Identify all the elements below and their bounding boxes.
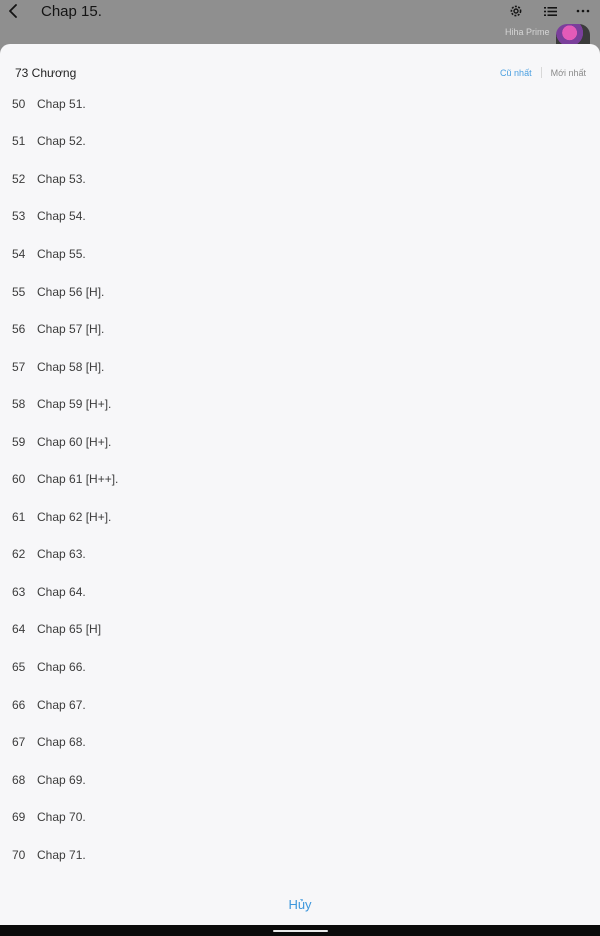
sort-toggle: Cũ nhất Mới nhất [500,67,586,78]
chapter-title: Chap 69. [37,772,86,787]
chapter-index: 56 [12,322,26,337]
chapter-index: 51 [12,134,26,149]
sheet-header: 73 Chương Cũ nhất Mới nhất [0,44,600,90]
chapter-row[interactable]: 67 Chap 68. [0,723,600,761]
reader-title: Chap 15. [41,3,102,20]
chapter-row[interactable]: 70 Chap 71. [0,836,600,874]
chapter-index: 58 [12,397,26,412]
chapter-row[interactable]: 58 Chap 59 [H+]. [0,385,600,423]
chapter-row[interactable]: 63 Chap 64. [0,573,600,611]
chapter-picker-sheet: 73 Chương Cũ nhất Mới nhất 50 Chap 51. 51 C… [0,44,600,925]
avatar[interactable] [556,24,590,46]
chapter-row[interactable]: 69 Chap 70. [0,798,600,836]
chapter-index: 53 [12,209,26,224]
chapter-row[interactable]: 62 Chap 63. [0,536,600,574]
chapter-index: 62 [12,547,26,562]
chapter-index: 50 [12,96,26,111]
chapter-title: Chap 59 [H+]. [37,397,112,412]
more-icon[interactable] [572,0,594,22]
chapter-list: 50 Chap 51. 51 Chap 52. 52 Chap 53. 53 Chap 54.… [0,85,600,873]
chapter-row[interactable]: 53 Chap 54. [0,198,600,236]
chapter-index: 61 [12,509,26,524]
chapter-row[interactable]: 52 Chap 53. [0,160,600,198]
chapter-index: 59 [12,434,26,449]
chapter-title: Chap 55. [37,246,86,261]
channel-name: Hiha Prime [505,27,550,37]
cancel-button[interactable]: Hủy [0,891,600,917]
chapter-row[interactable]: 64 Chap 65 [H] [0,611,600,649]
chapter-row[interactable]: 61 Chap 62 [H+]. [0,498,600,536]
chapter-title: Chap 57 [H]. [37,322,105,337]
chapter-title: Chap 53. [37,171,86,186]
home-indicator[interactable] [273,930,328,932]
sort-divider [540,67,542,78]
chapter-title: Chap 58 [H]. [37,359,105,374]
top-bar: Chap 15. Hiha Prime [0,0,600,46]
chapter-index: 69 [12,810,26,825]
chapter-row[interactable]: 66 Chap 67. [0,686,600,724]
chapter-index: 52 [12,171,26,186]
gear-icon[interactable] [505,0,527,22]
chapter-row[interactable]: 55 Chap 56 [H]. [0,273,600,311]
chapter-index: 65 [12,659,26,674]
chapter-index: 64 [12,622,26,637]
sort-oldest-button[interactable]: Cũ nhất [500,68,532,78]
chapter-title: Chap 60 [H+]. [37,434,112,449]
chapter-index: 70 [12,847,26,862]
list-icon[interactable] [539,0,561,22]
chapter-title: Chap 63. [37,547,86,562]
chapter-index: 60 [12,472,26,487]
chapter-title: Chap 62 [H+]. [37,509,112,524]
chapter-row[interactable]: 54 Chap 55. [0,235,600,273]
chapter-title: Chap 66. [37,659,86,674]
chapter-title: Chap 67. [37,697,86,712]
chapter-title: Chap 71. [37,847,86,862]
system-nav-bar [0,925,600,936]
chapter-row[interactable]: 65 Chap 66. [0,648,600,686]
chapter-row[interactable]: 50 Chap 51. [0,85,600,123]
chapter-title: Chap 52. [37,134,86,149]
chapter-row[interactable]: 57 Chap 58 [H]. [0,348,600,386]
chapter-index: 57 [12,359,26,374]
chapter-title: Chap 70. [37,810,86,825]
chapter-count: 73 Chương [15,66,77,80]
back-icon[interactable] [4,0,22,22]
chapter-index: 55 [12,284,26,299]
chapter-index: 66 [12,697,26,712]
chapter-row[interactable]: 68 Chap 69. [0,761,600,799]
chapter-title: Chap 51. [37,96,86,111]
chapter-title: Chap 68. [37,735,86,750]
chapter-index: 68 [12,772,26,787]
chapter-index: 63 [12,584,26,599]
chapter-title: Chap 54. [37,209,86,224]
chapter-index: 67 [12,735,26,750]
chapter-row[interactable]: 51 Chap 52. [0,123,600,161]
sort-newest-button[interactable]: Mới nhất [551,68,586,78]
chapter-row[interactable]: 56 Chap 57 [H]. [0,310,600,348]
chapter-row[interactable]: 60 Chap 61 [H++]. [0,460,600,498]
chapter-index: 54 [12,246,26,261]
chapter-title: Chap 61 [H++]. [37,472,119,487]
chapter-title: Chap 65 [H] [37,622,102,637]
chapter-title: Chap 56 [H]. [37,284,105,299]
chapter-row[interactable]: 59 Chap 60 [H+]. [0,423,600,461]
chapter-title: Chap 64. [37,584,86,599]
